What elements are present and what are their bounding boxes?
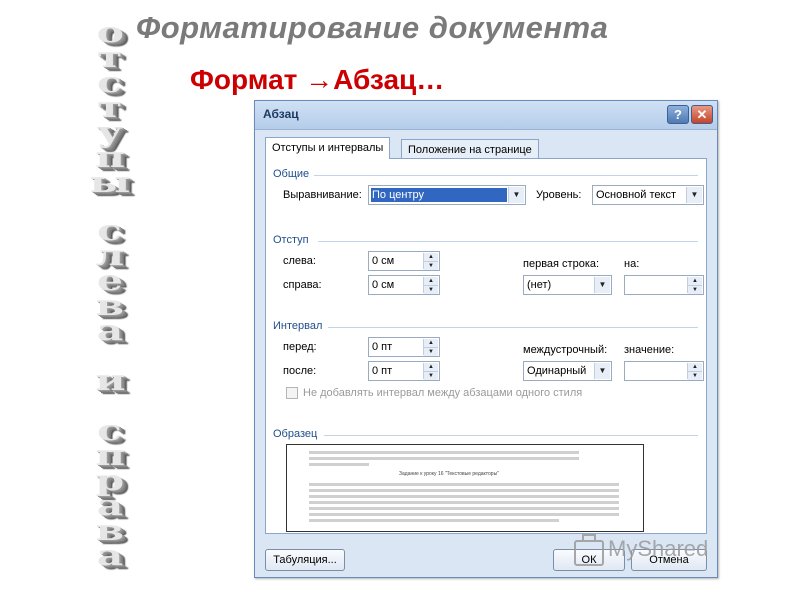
no-space-checkbox-label: Не добавлять интервал между абзацами одн… <box>303 387 583 399</box>
spin-arrows-icon[interactable]: ▲ ▼ <box>423 277 438 294</box>
group-divider <box>318 241 698 242</box>
space-after-label: после: <box>283 365 317 377</box>
spin-arrows-icon[interactable]: ▲ ▼ <box>687 277 702 294</box>
chevron-down-icon[interactable]: ▼ <box>594 363 610 379</box>
space-before-value: 0 пт <box>372 341 393 353</box>
slide-title: Форматирование документа <box>136 10 609 45</box>
first-line-value: (нет) <box>527 279 552 291</box>
vertical-word-letter: а <box>96 539 124 572</box>
help-button[interactable]: ? <box>667 105 689 124</box>
indent-by-spinner[interactable]: ▲ ▼ <box>624 275 704 295</box>
vertical-words-sleva-i-sprava: слеваисправа <box>70 217 150 572</box>
spacing-at-spinner[interactable]: ▲ ▼ <box>624 361 704 381</box>
paragraph-preview: Задание к уроку 16 "Текстовые редакторы" <box>286 444 644 532</box>
line-spacing-select[interactable]: Одинарный ▼ <box>523 361 612 381</box>
tab-indents-and-spacing[interactable]: Отступы и интервалы <box>265 137 391 159</box>
space-after-value: 0 пт <box>372 365 393 377</box>
close-button[interactable]: ✕ <box>691 105 713 124</box>
line-spacing-value: Одинарный <box>527 365 587 377</box>
level-label: Уровень: <box>536 189 582 201</box>
group-label-spacing: Интервал <box>273 320 323 332</box>
alignment-label: Выравнивание: <box>283 189 362 201</box>
chevron-down-icon[interactable]: ▼ <box>686 187 702 203</box>
spin-arrows-icon[interactable]: ▲ ▼ <box>423 253 438 270</box>
group-label-indent: Отступ <box>273 234 309 246</box>
preview-sample-heading: Задание к уроку 16 "Текстовые редакторы" <box>399 471 499 477</box>
line-spacing-label: междустрочный: <box>523 344 608 356</box>
group-label-general: Общие <box>273 168 310 180</box>
spin-arrows-icon[interactable]: ▲ ▼ <box>687 363 702 380</box>
group-label-preview: Образец <box>273 428 318 440</box>
indent-left-label: слева: <box>283 255 316 267</box>
watermark-text: MyShared <box>608 536 709 561</box>
indent-right-label: справа: <box>283 279 322 291</box>
chevron-down-icon[interactable]: ▼ <box>508 187 524 203</box>
space-before-spinner[interactable]: 0 пт ▲ ▼ <box>368 337 440 357</box>
level-select[interactable]: Основной текст ▼ <box>592 185 704 205</box>
first-line-label: первая строка: <box>523 258 600 270</box>
first-line-select[interactable]: (нет) ▼ <box>523 275 612 295</box>
vertical-word-otstupy: отступы <box>70 19 150 199</box>
indent-right-spinner[interactable]: 0 см ▲ ▼ <box>368 275 440 295</box>
vertical-word-letter: а <box>96 314 124 347</box>
tabs-button[interactable]: Табуляция... <box>265 549 345 571</box>
level-value: Основной текст <box>596 189 676 201</box>
paragraph-dialog: Абзац ? ✕ Отступы и интервалы Положение … <box>254 100 718 578</box>
alignment-value: По центру <box>371 188 507 202</box>
chevron-down-icon[interactable]: ▼ <box>594 277 610 293</box>
group-divider <box>328 327 698 328</box>
no-space-checkbox[interactable] <box>286 387 298 399</box>
indent-right-value: 0 см <box>372 279 395 291</box>
dialog-title: Абзац <box>263 107 299 121</box>
space-after-spinner[interactable]: 0 пт ▲ ▼ <box>368 361 440 381</box>
group-divider <box>324 435 698 436</box>
indent-left-spinner[interactable]: 0 см ▲ ▼ <box>368 251 440 271</box>
watermark: MyShared <box>574 534 709 566</box>
slide-subtitle: Формат →Абзац… <box>190 64 445 95</box>
presentation-icon <box>574 534 604 566</box>
tab-line-and-page-breaks[interactable]: Положение на странице <box>401 139 539 159</box>
indent-left-value: 0 см <box>372 255 395 267</box>
indent-by-label: на: <box>624 258 640 270</box>
spin-arrows-icon[interactable]: ▲ ▼ <box>423 339 438 356</box>
spin-arrows-icon[interactable]: ▲ ▼ <box>423 363 438 380</box>
space-before-label: перед: <box>283 341 317 353</box>
alignment-select[interactable]: По центру ▼ <box>368 185 526 205</box>
tab-panel: Общие Выравнивание: По центру ▼ Уровень:… <box>265 158 707 534</box>
vertical-word-letter: ы <box>89 166 131 199</box>
spacing-at-label: значение: <box>624 344 675 356</box>
dialog-titlebar[interactable]: Абзац ? ✕ <box>255 101 717 130</box>
group-divider <box>314 175 698 176</box>
vertical-word-letter: и <box>94 364 126 397</box>
